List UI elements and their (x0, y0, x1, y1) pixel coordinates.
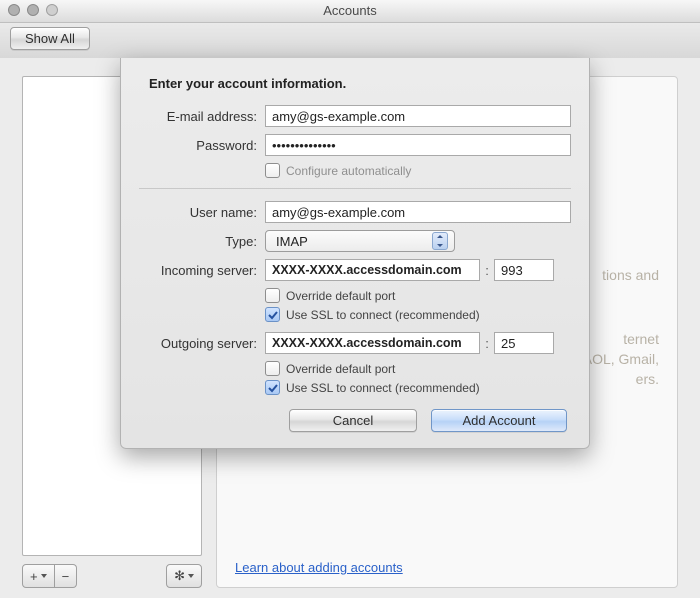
outgoing-server-field[interactable] (265, 332, 480, 354)
window-minimize-button[interactable] (27, 4, 39, 16)
outgoing-override-port-label: Override default port (286, 362, 395, 376)
username-label: User name: (139, 205, 265, 220)
password-label: Password: (139, 138, 265, 153)
outgoing-ssl-checkbox[interactable] (265, 380, 280, 395)
email-field[interactable] (265, 105, 571, 127)
incoming-override-port-checkbox[interactable] (265, 288, 280, 303)
incoming-server-field[interactable] (265, 259, 480, 281)
outgoing-port-field[interactable] (494, 332, 554, 354)
sidebar-footer: + − ✻ (22, 564, 202, 588)
actions-menu-button[interactable]: ✻ (166, 564, 202, 588)
window-zoom-button[interactable] (46, 4, 58, 16)
password-field[interactable] (265, 134, 571, 156)
toolbar: Show All (0, 23, 700, 59)
incoming-ssl-label: Use SSL to connect (recommended) (286, 308, 480, 322)
chevron-down-icon (41, 574, 47, 578)
divider (139, 188, 571, 189)
incoming-ssl-checkbox[interactable] (265, 307, 280, 322)
gear-icon: ✻ (174, 568, 185, 584)
cancel-button[interactable]: Cancel (289, 409, 417, 432)
sheet-heading: Enter your account information. (149, 76, 571, 91)
type-select[interactable]: IMAP (265, 230, 455, 252)
plus-icon: + (30, 569, 38, 584)
outgoing-override-port-checkbox[interactable] (265, 361, 280, 376)
account-setup-sheet: Enter your account information. E-mail a… (120, 58, 590, 449)
add-account-button[interactable]: Add Account (431, 409, 567, 432)
configure-auto-label: Configure automatically (286, 164, 411, 178)
titlebar: Accounts (0, 0, 700, 23)
show-all-button[interactable]: Show All (10, 27, 90, 50)
colon-sep: : (480, 336, 494, 351)
incoming-override-port-label: Override default port (286, 289, 395, 303)
incoming-label: Incoming server: (139, 263, 265, 278)
select-arrows-icon (432, 232, 448, 250)
learn-link[interactable]: Learn about adding accounts (235, 560, 403, 575)
configure-auto-checkbox[interactable] (265, 163, 280, 178)
type-label: Type: (139, 234, 265, 249)
username-field[interactable] (265, 201, 571, 223)
incoming-port-field[interactable] (494, 259, 554, 281)
colon-sep: : (480, 263, 494, 278)
outgoing-label: Outgoing server: (139, 336, 265, 351)
minus-icon: − (62, 569, 70, 584)
traffic-lights (8, 4, 58, 16)
remove-account-button[interactable]: − (55, 564, 78, 588)
email-label: E-mail address: (139, 109, 265, 124)
window-close-button[interactable] (8, 4, 20, 16)
window-title: Accounts (323, 3, 376, 18)
add-account-button[interactable]: + (22, 564, 55, 588)
outgoing-ssl-label: Use SSL to connect (recommended) (286, 381, 480, 395)
chevron-down-icon (188, 574, 194, 578)
type-value: IMAP (276, 234, 308, 249)
accounts-window: Accounts Show All + − ✻ (0, 0, 700, 598)
